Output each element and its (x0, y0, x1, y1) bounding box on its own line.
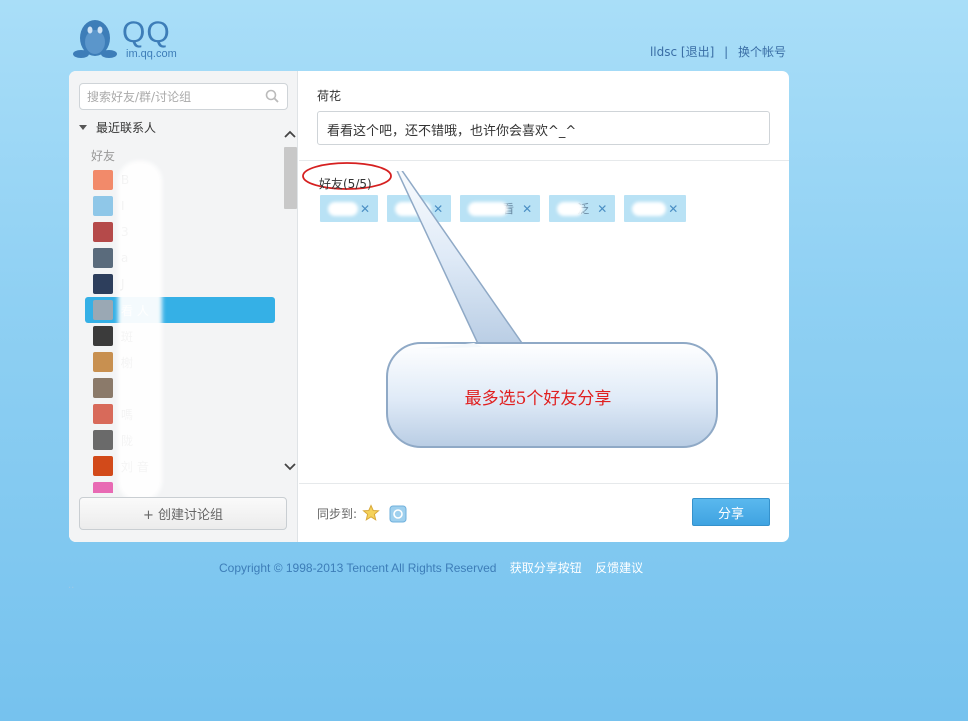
avatar (93, 248, 113, 268)
avatar (93, 378, 113, 398)
share-title: 荷花 (317, 89, 342, 103)
avatar (93, 274, 113, 294)
avatar (93, 196, 113, 216)
friend-item[interactable]: 斑 (85, 323, 275, 349)
redaction-mask (118, 161, 162, 501)
penguin-icon (73, 20, 117, 58)
friend-item[interactable]: B (85, 167, 275, 193)
search-icon[interactable] (265, 89, 279, 103)
group-label: 好友 (91, 149, 116, 163)
friend-item[interactable]: 陇 (85, 427, 275, 453)
avatar (93, 222, 113, 242)
avatar (93, 170, 113, 190)
avatar (93, 456, 113, 476)
friend-item[interactable]: 嗎 (85, 401, 275, 427)
qq-logo[interactable]: QQ im.qq.com (72, 14, 192, 64)
recent-contacts-label: 最近联系人 (96, 121, 157, 135)
create-group-button[interactable]: + 创建讨论组 (79, 497, 287, 530)
scroll-down-icon[interactable] (283, 460, 297, 474)
friend-item[interactable]: J (85, 271, 275, 297)
friend-item[interactable] (85, 375, 275, 401)
footer-dots: .. (68, 580, 75, 591)
friend-item[interactable] (85, 479, 275, 493)
share-panel: 最近联系人 好友 BI3aJ看 人斑榭嗎陇刘 音 + 创建讨论组 荷花 看看这个… (69, 71, 789, 542)
logo-subtitle: im.qq.com (126, 48, 177, 60)
search-box[interactable] (79, 83, 288, 110)
separator: | (724, 45, 729, 59)
qzone-icon[interactable] (389, 505, 407, 523)
expand-triangle-icon (79, 125, 87, 130)
sync-label: 同步到: (317, 507, 358, 521)
redaction-mask (328, 201, 358, 216)
footer: Copyright © 1998-2013 Tencent All Rights… (219, 559, 643, 576)
feedback-link[interactable]: 反馈建议 (595, 561, 643, 575)
switch-account-link[interactable]: 换个帐号 (738, 45, 786, 59)
friend-item[interactable]: I (85, 193, 275, 219)
avatar (93, 352, 113, 372)
user-area: lldsc [退出] | 换个帐号 (650, 43, 786, 60)
logout-link[interactable]: [退出] (681, 45, 714, 59)
callout-bubble (386, 171, 718, 448)
share-button[interactable]: 分享 (692, 498, 770, 526)
star-icon[interactable] (362, 504, 380, 522)
friend-list: BI3aJ看 人斑榭嗎陇刘 音 (85, 167, 275, 493)
avatar (93, 404, 113, 424)
divider (299, 483, 789, 484)
friends-count-label: 好友(5/5) (319, 177, 372, 191)
friend-item[interactable]: a (85, 245, 275, 271)
contact-sidebar: 最近联系人 好友 BI3aJ看 人斑榭嗎陇刘 音 + 创建讨论组 (69, 71, 298, 542)
message-input[interactable]: 看看这个吧，还不错哦，也许你会喜欢^_^ (317, 111, 770, 145)
friend-item[interactable]: 3 (85, 219, 275, 245)
avatar (93, 482, 113, 493)
friend-item[interactable]: 看 人 (85, 297, 275, 323)
avatar (93, 430, 113, 450)
recent-contacts-toggle[interactable]: 最近联系人 (79, 119, 156, 136)
friend-item[interactable]: 榭 (85, 349, 275, 375)
scroll-up-icon[interactable] (283, 127, 297, 141)
search-input[interactable] (80, 84, 260, 109)
avatar (93, 300, 113, 320)
username: lldsc (649, 45, 678, 59)
logo-text: QQ (122, 16, 171, 49)
friend-item[interactable]: 刘 音 (85, 453, 275, 479)
get-share-button-link[interactable]: 获取分享按钮 (510, 561, 582, 575)
copyright-text: Copyright © 1998-2013 Tencent All Rights… (219, 561, 497, 575)
avatar (93, 326, 113, 346)
scrollbar-thumb[interactable] (284, 147, 297, 209)
callout-text: 最多选5个好友分享 (464, 389, 612, 409)
